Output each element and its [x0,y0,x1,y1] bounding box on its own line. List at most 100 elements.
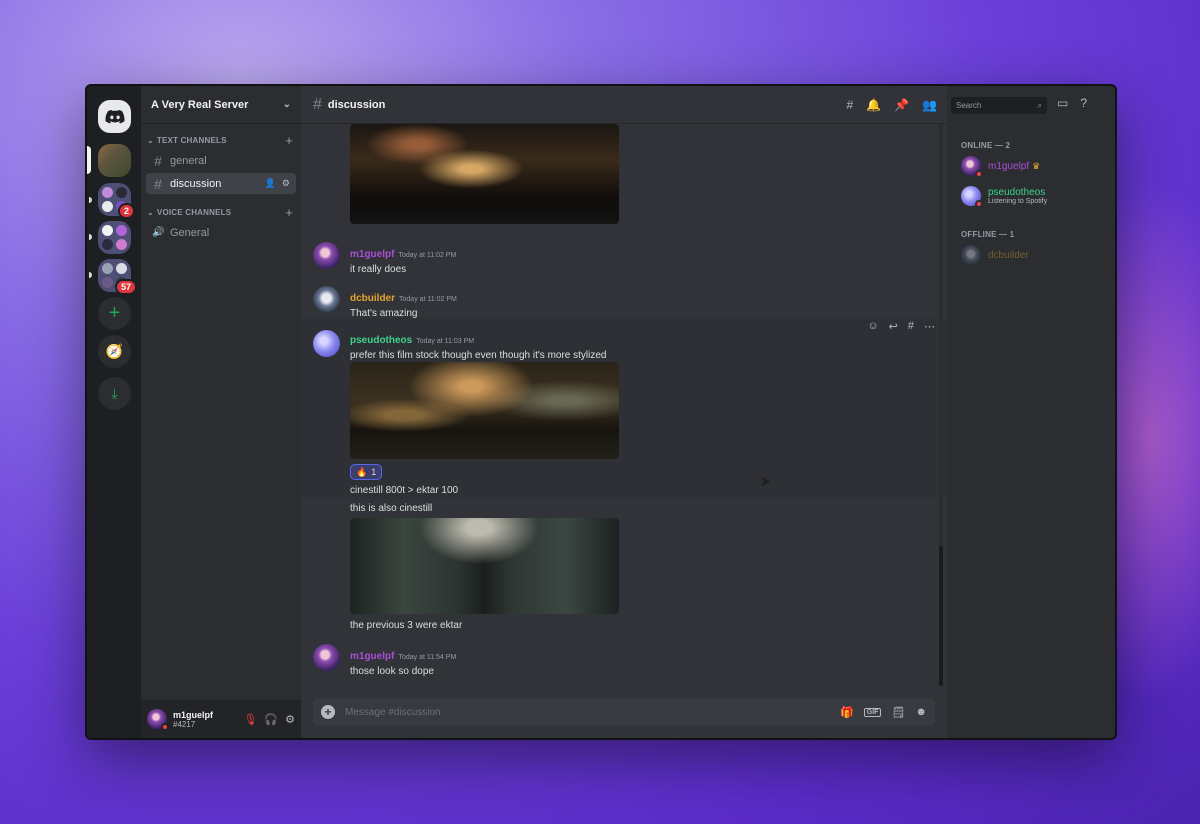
server-folder-1[interactable]: 2 [98,183,135,219]
pin-icon[interactable]: 📌 [894,98,909,112]
gif-icon[interactable]: GIF [863,707,882,717]
avatar [961,156,983,178]
create-channel-icon[interactable]: + [285,133,293,148]
timestamp: Today at 11:03 PM [416,338,475,345]
search-placeholder: Search [956,101,982,110]
emoji-icon[interactable]: ☻ [915,706,927,718]
chevron-down-icon: ⌄ [147,135,154,145]
server-header[interactable]: A Very Real Server ⌄ [141,86,301,124]
add-reaction-icon[interactable]: ☺ [867,320,878,333]
home-button[interactable] [98,100,131,133]
search-box[interactable]: Search ⌕ [951,97,1047,114]
hash-icon: # [154,152,162,169]
add-server-button[interactable]: + [98,297,131,330]
more-icon[interactable]: ⋯ [924,320,935,333]
member-activity: Listening to Spotify [988,198,1048,205]
inbox-icon[interactable]: ▭ [1057,96,1068,110]
member-list: Search ⌕ ▭ ? ONLINE — 2 m1guelpf ♛ pseud… [947,86,1115,738]
notification-badge: 57 [114,279,137,295]
message-text: those look so dope [350,666,434,677]
channel-general[interactable]: # general [146,150,296,171]
channel-title: discussion [327,98,386,111]
voice-channel-general[interactable]: 🔊 General [146,222,296,243]
server-icon-landscape[interactable] [98,144,131,177]
reaction-chip[interactable]: 🔥 1 [350,464,383,480]
create-thread-icon[interactable]: # [908,320,914,333]
author-name[interactable]: m1guelpf [350,651,394,662]
image-attachment[interactable] [350,362,619,459]
server-folder-3[interactable]: 57 [98,259,137,295]
gear-icon[interactable]: ⚙ [282,178,290,189]
channel-sidebar: A Very Real Server ⌄ ⌄ TEXT CHANNELS + # … [141,86,301,738]
gear-icon[interactable]: ⚙ [285,713,295,726]
threads-icon[interactable]: # [846,98,853,112]
user-panel: m1guelpf #4217 🎙 🎧 ⚙ [141,700,301,738]
message-actions: ☺ ↩ # ⋯ [867,320,935,333]
image-attachment[interactable] [350,124,619,224]
headphones-icon[interactable]: 🎧 [264,713,278,726]
avatar[interactable] [313,242,340,269]
notification-badge: 2 [117,203,135,219]
author-name[interactable]: m1guelpf [350,249,394,260]
channel-discussion[interactable]: # discussion 👤 ⚙ [146,173,296,194]
user-name: m1guelpf [173,709,214,720]
member-name: dcbuilder [988,249,1029,261]
channel-label: discussion [170,177,222,190]
offline-header: OFFLINE — 1 [961,230,1015,239]
hash-icon: # [313,95,322,113]
message-composer: + 🎁 GIF 🗒 ☻ [313,698,935,726]
avatar[interactable] [147,709,169,731]
channel-label: General [170,226,210,239]
server-folder-2[interactable] [98,221,131,254]
mute-microphone-icon[interactable]: 🎙 [243,713,257,726]
avatar [961,245,981,265]
explore-servers-button[interactable]: 🧭 [98,335,131,368]
avatar[interactable] [313,644,340,671]
download-apps-button[interactable]: ⤓ [98,377,131,410]
member-name: pseudotheos [988,187,1046,198]
category-voice-channels[interactable]: ⌄ VOICE CHANNELS + [141,204,301,220]
bell-icon[interactable]: 🔔 [866,98,881,112]
member-list-icon[interactable]: 👥 [922,98,937,112]
message-input[interactable] [345,706,831,718]
image-attachment[interactable] [350,518,619,614]
scrollbar-thumb[interactable] [939,546,943,686]
message-text: the previous 3 were ektar [350,620,463,631]
speaker-icon: 🔊 [152,227,165,238]
create-channel-icon[interactable]: + [285,205,293,220]
reply-icon[interactable]: ↩ [889,320,898,333]
discord-window: 2 57 + 🧭 ⤓ A Very Real Server ⌄ ⌄ TEXT CH… [85,84,1117,740]
invite-icon[interactable]: 👤 [265,178,276,189]
member-name: m1guelpf [988,160,1030,172]
category-label: TEXT CHANNELS [156,135,227,145]
avatar[interactable] [313,330,340,357]
chat-area: # discussion # 🔔 📌 👥 m1guelpf Today at 11… [301,86,947,738]
server-name: A Very Real Server [151,98,249,111]
avatar[interactable] [313,286,340,313]
member-item[interactable]: dcbuilder [961,245,1029,265]
upload-plus-icon[interactable]: + [321,705,335,719]
gift-icon[interactable]: 🎁 [840,706,854,719]
message-text: cinestill 800t > ektar 100 [350,485,459,496]
message-text: this is also cinestill [350,503,433,514]
member-item[interactable]: m1guelpf ♛ [961,156,1041,178]
author-name[interactable]: dcbuilder [350,293,395,304]
category-label: VOICE CHANNELS [156,207,232,217]
author-name[interactable]: pseudotheos [350,335,412,346]
timestamp: Today at 11:02 PM [398,252,457,259]
user-tag: #4217 [173,719,196,729]
help-icon[interactable]: ? [1080,96,1087,110]
channel-label: general [170,154,207,167]
crown-icon: ♛ [1032,160,1041,171]
category-text-channels[interactable]: ⌄ TEXT CHANNELS + [141,132,301,148]
member-item[interactable]: pseudotheos Listening to Spotify [961,186,1048,208]
message-text: it really does [350,264,407,275]
message-text: prefer this film stock though even thoug… [350,350,607,361]
timestamp: Today at 11:54 PM [398,654,457,661]
sticker-icon[interactable]: 🗒 [891,706,905,719]
reaction-count: 1 [371,467,377,477]
search-icon: ⌕ [1037,100,1042,110]
fire-emoji: 🔥 [356,466,368,477]
online-header: ONLINE — 2 [961,141,1011,150]
hash-icon: # [154,175,162,192]
